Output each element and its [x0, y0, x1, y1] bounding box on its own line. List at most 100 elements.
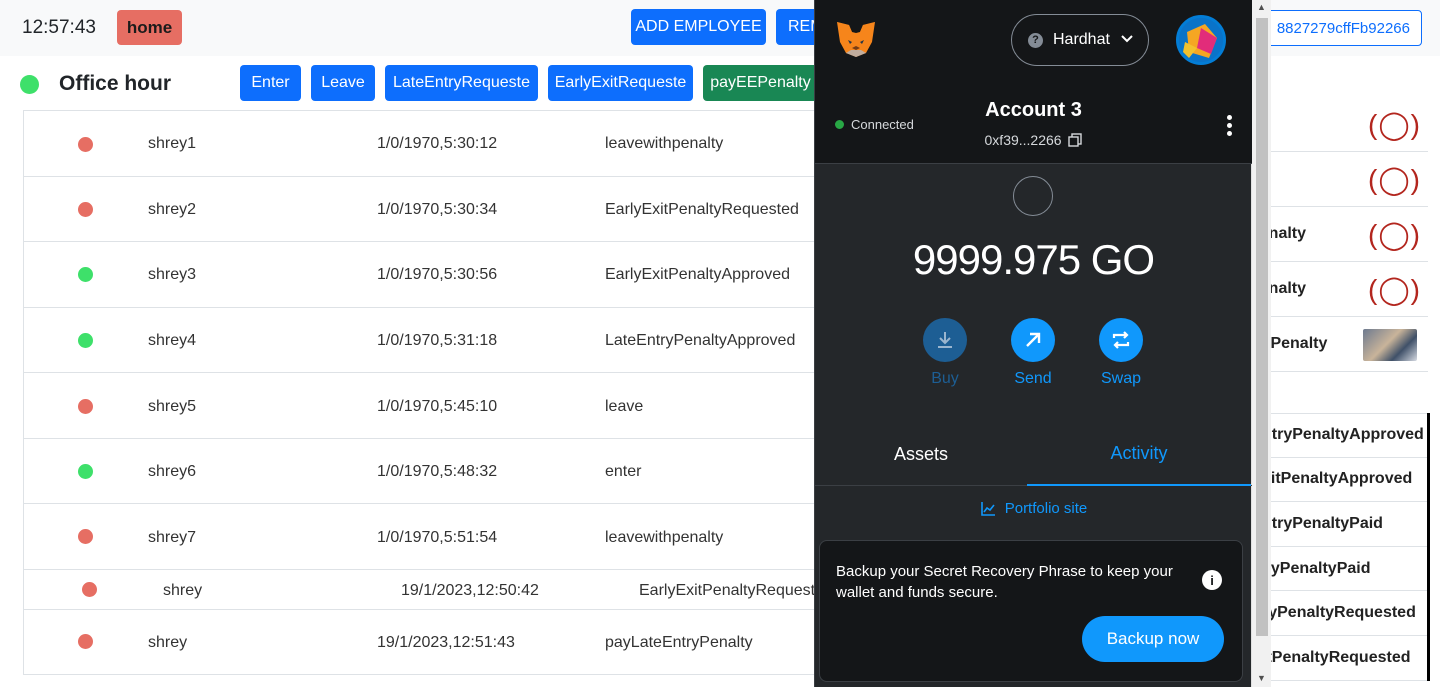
employee-name: shrey1: [148, 135, 197, 152]
event: LateEntryPenaltyApproved: [605, 332, 796, 349]
status-dot: [78, 529, 93, 544]
account-address-text: 0xf39...2266: [984, 132, 1062, 148]
swap-button[interactable]: Swap: [1091, 318, 1151, 388]
approve-action[interactable]: (◯): [1368, 218, 1421, 251]
scroll-down-arrow-icon[interactable]: ▼: [1257, 673, 1266, 683]
employee-name: shrey: [163, 582, 203, 599]
table-row: (◯): [1250, 152, 1428, 207]
timestamp: 1/0/1970,5:51:54: [377, 529, 498, 546]
timestamp: 1/0/1970,5:45:10: [377, 398, 498, 415]
info-icon[interactable]: i: [1202, 570, 1222, 590]
employee-name: shrey4: [148, 332, 197, 349]
status-dot: [78, 399, 93, 414]
table-row: penalty (◯): [1250, 207, 1428, 262]
list-item: ntryPenaltyApproved: [1250, 413, 1427, 458]
arrow-up-right-icon: [1011, 318, 1055, 362]
download-icon: [923, 318, 967, 362]
approve-action[interactable]: (◯): [1368, 163, 1421, 196]
send-button[interactable]: Send: [1003, 318, 1063, 388]
metamask-header: ? Hardhat: [815, 0, 1252, 82]
scroll-up-arrow-icon[interactable]: ▲: [1257, 2, 1266, 12]
balance: 9999.975 GO: [912, 236, 1155, 283]
send-label: Send: [1014, 370, 1052, 387]
status-dot: [78, 464, 93, 479]
network-selector[interactable]: ? Hardhat: [1011, 14, 1149, 66]
home-button[interactable]: home: [117, 10, 182, 45]
table-row: (◯): [1250, 97, 1428, 152]
backup-reminder: Backup your Secret Recovery Phrase to ke…: [819, 540, 1243, 682]
account-name[interactable]: Account 3: [815, 99, 1252, 122]
status-dot: [78, 333, 93, 348]
table-row: shrey7 1/0/1970,5:51:54 leavewithpenalty: [24, 504, 824, 570]
table-row: shrey4 1/0/1970,5:31:18 LateEntryPenalty…: [24, 308, 824, 373]
scroll-thumb[interactable]: [1256, 18, 1268, 636]
account-options-icon[interactable]: [1220, 115, 1238, 139]
portfolio-site-link[interactable]: Portfolio site: [815, 500, 1252, 517]
late-entry-request-button[interactable]: LateEntryRequeste: [385, 65, 538, 101]
timestamp: 1/0/1970,5:31:18: [377, 332, 498, 349]
thumbnail-image: [1363, 329, 1417, 361]
pay-ee-penalty-button[interactable]: payEEPenalty: [703, 65, 818, 101]
approve-action[interactable]: (◯): [1368, 108, 1421, 141]
timestamp: 1/0/1970,5:30:34: [377, 201, 498, 218]
event-type-list: ntryPenaltyApproved xitPenaltyApproved n…: [1250, 413, 1430, 681]
portfolio-label: Portfolio site: [1004, 500, 1088, 517]
account-bar: Connected Account 3 0xf39...2266: [815, 82, 1252, 164]
metamask-popup: ? Hardhat Connected Account 3 0xf39...22…: [814, 0, 1252, 687]
employee-name: shrey2: [148, 201, 197, 218]
table-row: shrey6 1/0/1970,5:48:32 enter: [24, 439, 824, 504]
list-item: ntryPenaltyPaid: [1250, 502, 1427, 547]
backup-now-button[interactable]: Backup now: [1082, 616, 1224, 662]
leave-button[interactable]: Leave: [311, 65, 375, 101]
tab-assets[interactable]: Assets: [815, 422, 1027, 486]
token-icon: [1013, 176, 1053, 216]
table-row: penalty (◯): [1250, 262, 1428, 317]
timestamp: 1/0/1970,5:30:12: [377, 135, 498, 152]
status-dot: [78, 267, 93, 282]
tab-activity[interactable]: Activity: [1027, 422, 1251, 486]
event: EarlyExitPenaltyRequested: [639, 582, 833, 599]
metamask-fox-icon[interactable]: [835, 20, 877, 60]
table-row: shrey3 1/0/1970,5:30:56 EarlyExitPenalty…: [24, 242, 824, 308]
swap-label: Swap: [1100, 370, 1142, 387]
employee-name: shrey7: [148, 529, 197, 546]
account-address[interactable]: 0xf39...2266: [815, 132, 1252, 148]
table-row: shrey5 1/0/1970,5:45:10 leave: [24, 373, 824, 439]
employee-name: shrey6: [148, 463, 197, 480]
wallet-tabs: Assets Activity: [815, 422, 1252, 486]
add-employee-button[interactable]: ADD EMPLOYEE: [631, 9, 766, 45]
backup-message: Backup your Secret Recovery Phrase to ke…: [836, 563, 1173, 601]
copy-icon[interactable]: [1068, 133, 1083, 147]
office-hour-title: Office hour: [59, 72, 172, 95]
table-row: shrey 19/1/2023,12:50:42 EarlyExitPenalt…: [24, 570, 833, 610]
employee-name: shrey3: [148, 266, 197, 283]
employee-name: shrey: [148, 634, 188, 651]
scrollbar[interactable]: ▲ ▼: [1251, 0, 1271, 687]
account-avatar[interactable]: [1176, 15, 1226, 65]
swap-icon: [1099, 318, 1143, 362]
status-dot: [78, 634, 93, 649]
event: enter: [605, 463, 642, 480]
buy-label: Buy: [931, 370, 959, 387]
timestamp: 1/0/1970,5:48:32: [377, 463, 498, 480]
early-exit-request-button[interactable]: EarlyExitRequeste: [548, 65, 693, 101]
status-dot: [78, 202, 93, 217]
status-dot: [78, 137, 93, 152]
buy-button[interactable]: Buy: [915, 318, 975, 388]
timestamp: 1/0/1970,5:30:56: [377, 266, 498, 283]
list-item: ryPenaltyRequested: [1250, 591, 1427, 636]
event: EarlyExitPenaltyApproved: [605, 266, 790, 283]
event: leave: [605, 398, 644, 415]
event: leavewithpenalty: [605, 529, 724, 546]
enter-button[interactable]: Enter: [240, 65, 301, 101]
event: leavewithpenalty: [605, 135, 724, 152]
chart-icon: [980, 501, 995, 516]
wallet-address-button[interactable]: 8827279cffFb92266: [1266, 10, 1422, 46]
timestamp: 19/1/2023,12:51:43: [377, 634, 515, 651]
attendance-log-table: shrey1 1/0/1970,5:30:12 leavewithpenalty…: [23, 110, 833, 675]
approve-action[interactable]: (◯): [1368, 273, 1421, 306]
clock: 12:57:43: [22, 17, 96, 38]
network-name: Hardhat: [1053, 31, 1110, 48]
network-question-icon: ?: [1028, 32, 1043, 48]
status-indicator: [20, 75, 39, 94]
